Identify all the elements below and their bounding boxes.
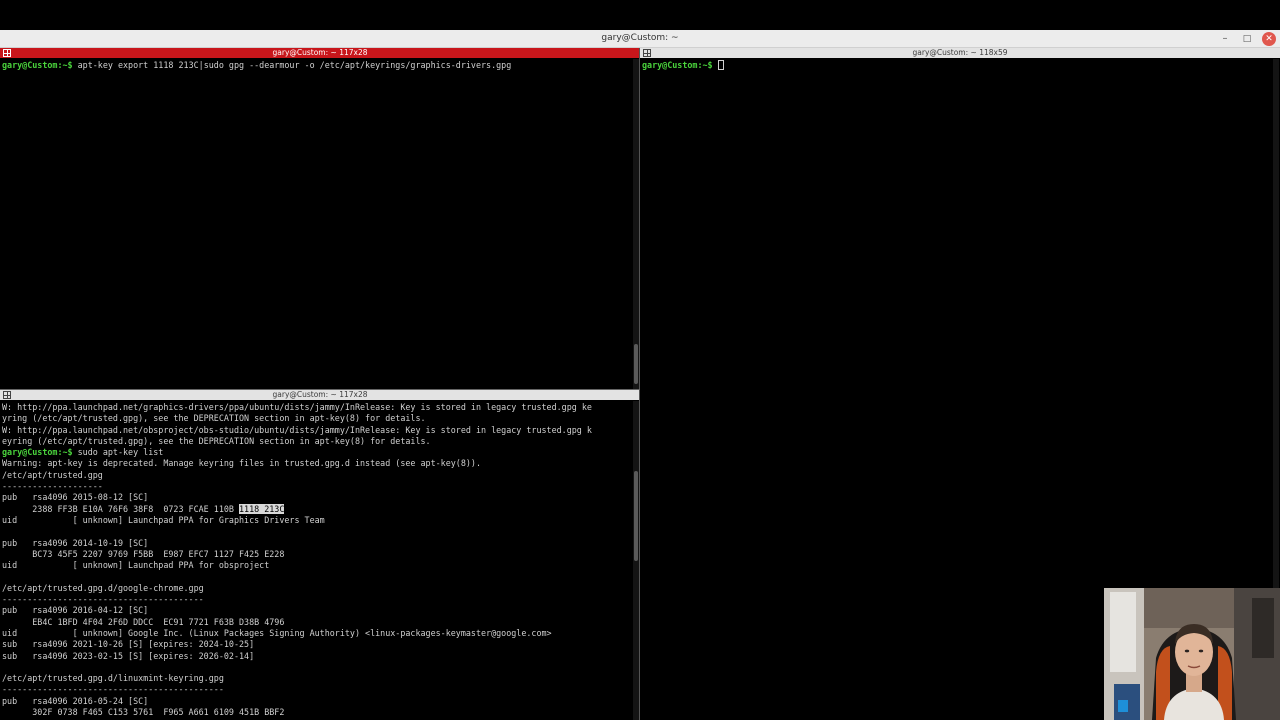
output-line: BC73 45F5 2207 9769 F5BB E987 EFC7 1127 … — [2, 548, 285, 559]
shell-prompt: gary@Custom:~$ — [2, 60, 73, 70]
output-line: 302F 0738 F465 C153 5761 F965 A661 6109 … — [2, 707, 285, 718]
command-line: sudo apt-key list — [72, 447, 164, 458]
pane-title: gary@Custom: ~ 117x28 — [272, 390, 368, 399]
output-line: pub rsa4096 2014-10-19 [SC] — [2, 537, 149, 548]
scrollbar-thumb[interactable] — [634, 471, 638, 561]
output-line: sub rsa4096 2021-10-26 [S] [expires: 202… — [2, 639, 255, 650]
output-line: 2388 FF3B E10A 76F6 38F8 0723 FCAE 110B — [2, 503, 239, 514]
webcam-overlay — [1104, 588, 1280, 720]
output-line: W: http://ppa.launchpad.net/graphics-dri… — [2, 402, 592, 412]
pane-titlebar[interactable]: gary@Custom: ~ 117x28 — [0, 48, 640, 58]
output-line: eyring (/etc/apt/trusted.gpg), see the D… — [2, 435, 431, 446]
output-line: ----------------------------------------… — [2, 684, 224, 695]
terminal-output[interactable]: gary@Custom:~$ — [642, 60, 1268, 71]
pane-titlebar[interactable]: gary@Custom: ~ 117x28 — [0, 390, 640, 400]
output-line: pub rsa4096 2015-08-12 [SC] — [2, 492, 149, 503]
pane-divider-horizontal[interactable] — [0, 389, 640, 390]
selected-text[interactable]: 1118 213C — [238, 503, 285, 514]
window-titlebar[interactable]: gary@Custom: ~ – □ ✕ — [0, 30, 1280, 48]
output-line: pub rsa4096 2016-04-12 [SC] — [2, 605, 149, 616]
minimize-icon[interactable]: – — [1218, 32, 1232, 46]
text-cursor — [717, 60, 724, 70]
output-line: /etc/apt/trusted.gpg.d/google-chrome.gpg — [2, 582, 204, 593]
split-pane-icon[interactable] — [3, 49, 11, 57]
shell-prompt: gary@Custom:~$ — [2, 447, 73, 458]
close-icon[interactable]: ✕ — [1262, 32, 1276, 46]
pane-title: gary@Custom: ~ 117x28 — [272, 48, 368, 57]
output-line: -------------------- — [2, 481, 103, 492]
terminal-pane-top-left[interactable]: gary@Custom: ~ 117x28 gary@Custom:~$ apt… — [0, 48, 640, 390]
output-line: yring (/etc/apt/trusted.gpg), see the DE… — [2, 413, 426, 424]
window-title: gary@Custom: ~ — [601, 33, 679, 43]
pane-titlebar[interactable]: gary@Custom: ~ 118x59 — [640, 48, 1280, 58]
output-line: ---------------------------------------- — [2, 594, 204, 605]
pane-divider-vertical[interactable] — [639, 48, 640, 720]
scrollbar-thumb[interactable] — [634, 344, 638, 384]
output-line: uid [ unknown] Launchpad PPA for Graphic… — [2, 514, 325, 525]
pane-title: gary@Custom: ~ 118x59 — [912, 48, 1008, 57]
output-line: EB4C 1BFD 4F04 2F6D DDCC EC91 7721 F63B … — [2, 616, 285, 627]
terminal-pane-bottom-left[interactable]: gary@Custom: ~ 117x28 W: http://ppa.laun… — [0, 390, 640, 720]
presenter-image — [1104, 588, 1280, 720]
split-pane-icon[interactable] — [3, 391, 11, 399]
output-line: W: http://ppa.launchpad.net/obsproject/o… — [2, 424, 592, 435]
output-line: /etc/apt/trusted.gpg — [2, 469, 103, 480]
output-line: pub rsa4096 2016-05-24 [SC] — [2, 695, 149, 706]
output-line: Warning: apt-key is deprecated. Manage k… — [2, 458, 482, 469]
maximize-icon[interactable]: □ — [1240, 32, 1254, 46]
split-pane-icon[interactable] — [643, 49, 651, 57]
output-line: uid [ unknown] Launchpad PPA for obsproj… — [2, 560, 270, 571]
output-line: sub rsa4096 2023-02-15 [S] [expires: 202… — [2, 650, 255, 661]
screen-top-area — [0, 0, 1280, 30]
terminal-output[interactable]: W: http://ppa.launchpad.net/graphics-dri… — [2, 402, 628, 718]
terminal-output[interactable]: gary@Custom:~$ apt-key export 1118 213C|… — [2, 60, 628, 71]
output-line: /etc/apt/trusted.gpg.d/linuxmint-keyring… — [2, 673, 224, 684]
command-line: apt-key export 1118 213C|sudo gpg --dear… — [72, 60, 512, 70]
output-line: uid [ unknown] Google Inc. (Linux Packag… — [2, 627, 552, 638]
shell-prompt: gary@Custom:~$ — [642, 60, 713, 70]
